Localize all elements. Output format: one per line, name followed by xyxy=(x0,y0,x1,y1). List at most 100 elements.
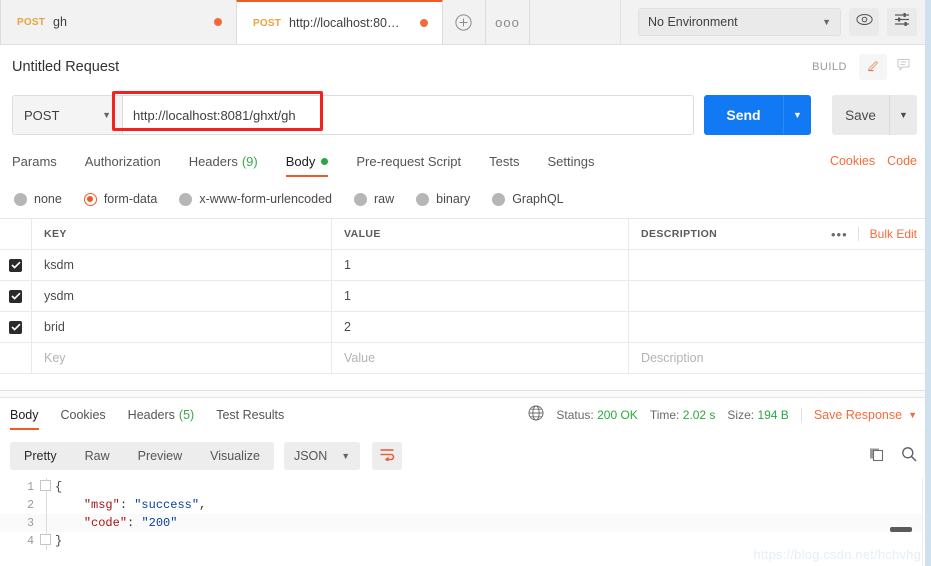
response-tab-headers[interactable]: Headers (5) xyxy=(128,398,195,432)
body-type-none[interactable]: none xyxy=(14,192,62,206)
save-response-button[interactable]: Save Response ▼ xyxy=(801,408,917,422)
tab-tests[interactable]: Tests xyxy=(489,145,519,177)
new-row-description-input[interactable]: Description xyxy=(629,343,931,373)
row-value-cell[interactable]: 1 xyxy=(332,250,629,280)
body-type-x-www-form-urlencoded[interactable]: x-www-form-urlencoded xyxy=(179,192,332,206)
row-key-cell[interactable]: ysdm xyxy=(32,281,332,311)
response-format-select[interactable]: JSON ▼ xyxy=(284,442,360,470)
row-checkbox[interactable] xyxy=(9,290,22,303)
save-options-button[interactable]: ▼ xyxy=(889,95,917,135)
code-fold-marker-close[interactable] xyxy=(40,534,51,545)
copy-button[interactable] xyxy=(869,446,885,467)
http-method-label: POST xyxy=(24,108,59,123)
environment-selector[interactable]: No Environment ▼ xyxy=(638,8,841,36)
body-type-form-data[interactable]: form-data xyxy=(84,192,158,206)
search-button[interactable] xyxy=(901,446,917,467)
request-tab-1[interactable]: POST http://localhost:8081/ghxt/gh xyxy=(236,0,443,44)
row-checkbox[interactable] xyxy=(9,259,22,272)
build-buttons xyxy=(859,54,917,80)
size-badge: Size: 194 B xyxy=(727,408,788,422)
wrap-lines-button[interactable] xyxy=(372,442,402,470)
table-row[interactable]: brid 2 xyxy=(0,312,931,343)
code-token: } xyxy=(55,534,62,548)
table-new-row[interactable]: Key Value Description xyxy=(0,343,931,374)
code-link[interactable]: Code xyxy=(887,154,917,168)
body-type-binary[interactable]: binary xyxy=(416,192,470,206)
build-label: BUILD xyxy=(812,61,847,73)
cookies-link[interactable]: Cookies xyxy=(830,154,875,168)
new-row-value-input[interactable]: Value xyxy=(332,343,629,373)
response-tab-body[interactable]: Body xyxy=(10,398,39,432)
row-description-cell[interactable] xyxy=(629,250,931,280)
view-raw[interactable]: Raw xyxy=(71,442,124,470)
response-body-code[interactable]: 1 { 2 "msg": "success", 3 "code": "200" … xyxy=(0,478,931,566)
status-label: Status: xyxy=(556,408,593,422)
view-preview[interactable]: Preview xyxy=(124,442,196,470)
row-description-cell[interactable] xyxy=(629,312,931,342)
size-label: Size: xyxy=(727,408,754,422)
tab-authorization[interactable]: Authorization xyxy=(85,145,161,177)
code-fold-marker-open[interactable] xyxy=(40,480,51,491)
code-text: "msg": "success", xyxy=(47,498,206,512)
send-button[interactable]: Send xyxy=(704,95,783,135)
table-actions: ••• Bulk Edit xyxy=(831,227,931,242)
new-row-key-input[interactable]: Key xyxy=(32,343,332,373)
radio-icon xyxy=(354,193,367,206)
time-value: 2.02 s xyxy=(683,408,716,422)
send-options-button[interactable]: ▼ xyxy=(783,95,811,135)
table-row[interactable]: ksdm 1 xyxy=(0,250,931,281)
save-button-group: Save ▼ xyxy=(832,95,917,135)
new-tab-button[interactable] xyxy=(442,0,486,44)
save-button[interactable]: Save xyxy=(832,95,889,135)
more-tabs-button[interactable]: ooo xyxy=(486,0,530,44)
chevron-down-icon: ▼ xyxy=(908,410,917,420)
edit-request-button[interactable] xyxy=(859,54,887,80)
tab-settings[interactable]: Settings xyxy=(547,145,594,177)
row-value-cell[interactable]: 2 xyxy=(332,312,629,342)
comment-request-button[interactable] xyxy=(889,54,917,80)
row-value-cell[interactable]: 1 xyxy=(332,281,629,311)
column-header-description: DESCRIPTION xyxy=(641,228,717,240)
row-checkbox[interactable] xyxy=(9,321,22,334)
request-tab-0[interactable]: POST gh xyxy=(0,0,237,44)
code-token: , xyxy=(199,498,206,512)
response-meta: Status: 200 OK Time: 2.02 s Size: 194 B … xyxy=(528,405,917,426)
tab-pre-request-script[interactable]: Pre-request Script xyxy=(356,145,461,177)
tab-headers[interactable]: Headers (9) xyxy=(189,145,258,177)
page-title: Untitled Request xyxy=(12,59,119,75)
body-type-graphql[interactable]: GraphQL xyxy=(492,192,563,206)
http-method-select[interactable]: POST ▼ xyxy=(13,96,123,134)
tab-params[interactable]: Params xyxy=(12,145,57,177)
settings-button[interactable] xyxy=(887,8,917,36)
radio-icon xyxy=(179,193,192,206)
environment-quick-look-button[interactable] xyxy=(849,8,879,36)
body-type-raw[interactable]: raw xyxy=(354,192,394,206)
row-key-cell[interactable]: brid xyxy=(32,312,332,342)
code-line: 4 } xyxy=(0,532,931,550)
table-row[interactable]: ysdm 1 xyxy=(0,281,931,312)
response-tab-test-results[interactable]: Test Results xyxy=(216,398,284,432)
tab-label: Headers xyxy=(189,154,238,169)
code-token: : xyxy=(120,498,134,512)
view-visualize[interactable]: Visualize xyxy=(196,442,274,470)
view-pretty[interactable]: Pretty xyxy=(10,442,71,470)
body-type-label: binary xyxy=(436,192,470,206)
ellipsis-icon[interactable]: ••• xyxy=(831,227,848,242)
row-key-text: ksdm xyxy=(44,258,74,272)
row-checkbox-cell xyxy=(0,250,32,280)
response-tab-cookies[interactable]: Cookies xyxy=(61,398,106,432)
pane-splitter[interactable] xyxy=(0,390,931,398)
unsaved-dot-icon xyxy=(214,18,222,26)
body-type-label: x-www-form-urlencoded xyxy=(199,192,332,206)
wrap-lines-icon xyxy=(379,447,395,466)
status-badge: Status: 200 OK xyxy=(556,408,637,422)
row-key-cell[interactable]: ksdm xyxy=(32,250,332,280)
scrollbar-thumb[interactable] xyxy=(890,527,912,532)
comment-icon xyxy=(896,57,911,77)
tab-body[interactable]: Body xyxy=(286,145,329,177)
code-horizontal-scrollbar[interactable] xyxy=(52,525,912,534)
row-description-cell[interactable] xyxy=(629,281,931,311)
tab-label: Body xyxy=(286,154,316,169)
bulk-edit-button[interactable]: Bulk Edit xyxy=(858,227,917,241)
url-input[interactable]: http://localhost:8081/ghxt/gh xyxy=(123,96,693,134)
